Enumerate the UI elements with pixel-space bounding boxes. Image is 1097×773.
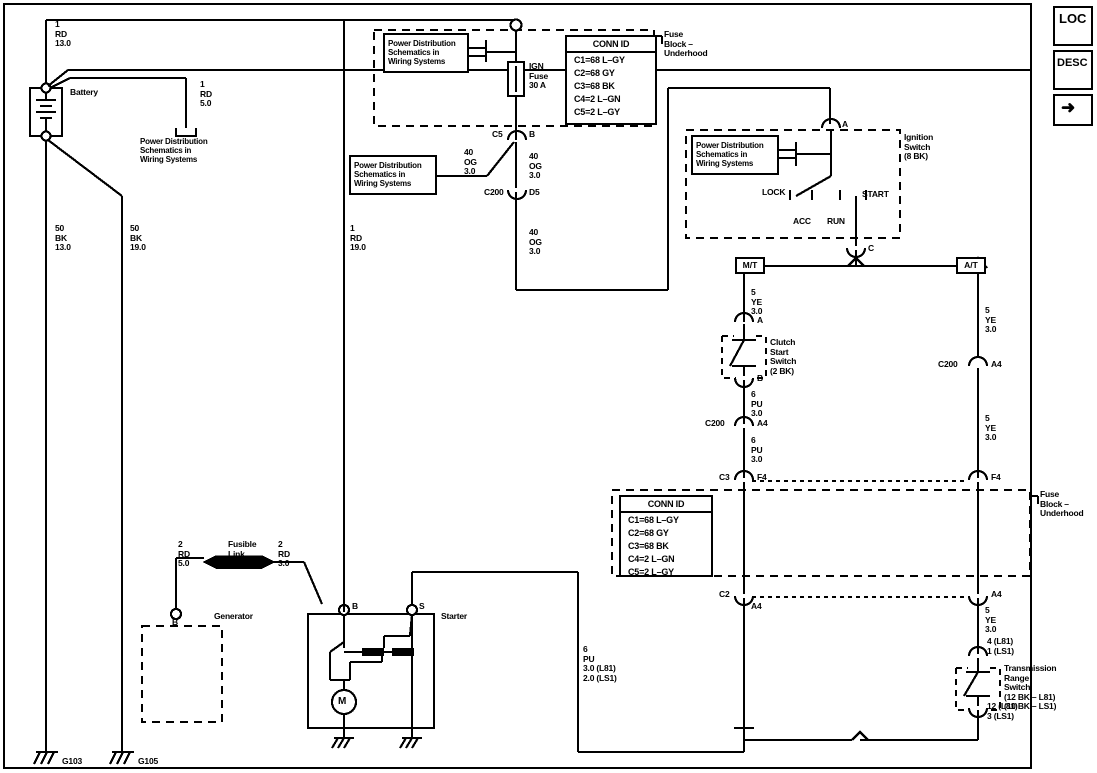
starter-motor-symbol: M [338, 696, 347, 707]
ignition-switch-label: Ignition Switch (8 BK) [904, 132, 934, 161]
conn-c200-a4-at-left: C200 [938, 359, 958, 369]
conn-ign-c-label: C [868, 243, 874, 253]
pd-box-ignition: Power Distribution Schematics in Wiring … [696, 141, 764, 168]
loc-button-label: LOC [1059, 11, 1087, 26]
wire-label-6-pu-upper: 6 PU 3.0 [751, 389, 763, 418]
conn-id-bottom-row-0: C1=68 L–GY [628, 515, 679, 525]
conn-id-bottom-row-2: C3=68 BK [628, 541, 669, 551]
starter-label: Starter [441, 611, 468, 621]
wire-label-40-og-lower: 40 OG 3.0 [529, 227, 542, 256]
conn-id-bottom-row-4: C5=2 L–GY [628, 567, 674, 577]
loc-button[interactable]: LOC [1053, 6, 1093, 46]
conn-id-top-row-4: C5=2 L–GY [574, 107, 620, 117]
wire-label-6-pu-starter: 6 PU 3.0 (L81) 2.0 (LS1) [583, 644, 617, 683]
conn-c200-a4-mt-right: A4 [757, 418, 768, 428]
arrow-right-icon: ➜ [1061, 98, 1076, 117]
conn-id-top-row-1: C2=68 GY [574, 68, 615, 78]
desc-button[interactable]: DESC [1053, 50, 1093, 90]
fusible-link-label: Fusible Link [228, 539, 257, 559]
conn-id-top-header: CONN ID [592, 39, 630, 49]
mt-tag: M/T [735, 257, 765, 274]
conn-id-bottom-row-3: C4=2 L–GN [628, 554, 675, 564]
conn-ign-a-label: A [842, 119, 848, 129]
starter-terminal-b: B [352, 601, 358, 611]
conn-c200-a4-mt-left: C200 [705, 418, 725, 428]
conn-f4-at-label: F4 [991, 472, 1001, 482]
ground-g103-label: G103 [62, 756, 82, 766]
pd-box-fuseblock: Power Distribution Schematics in Wiring … [388, 39, 456, 66]
conn-c5-left: C5 [492, 129, 503, 139]
conn-c2-a4-mt-right: A4 [751, 601, 762, 611]
wire-label-5-ye-at-mid: 5 YE 3.0 [985, 413, 997, 442]
wire-label-40-og-right: 40 OG 3.0 [529, 151, 542, 180]
conn-a4-at-label: A4 [991, 589, 1002, 599]
ignition-lock-label: LOCK [762, 187, 786, 197]
conn-trs-upper-label: 4 (L81) 1 (LS1) [987, 636, 1014, 656]
generator-label: Generator [214, 611, 253, 621]
wire-label-1-rd-19: 1 RD 19.0 [350, 223, 366, 252]
conn-c200-a4-at-right: A4 [991, 359, 1002, 369]
conn-c2-a4-mt-left: C2 [719, 589, 730, 599]
wire-label-2-rd-3: 2 RD 3.0 [278, 539, 290, 568]
conn-id-bottom-header: CONN ID [647, 499, 685, 509]
wire-label-2-rd-5: 2 RD 5.0 [178, 539, 190, 568]
fuse-block-top-label: Fuse Block – Underhood [664, 29, 708, 58]
wire-label-40-og-left: 40 OG 3.0 [464, 147, 477, 176]
wire-label-50-bk-19: 50 BK 19.0 [130, 223, 146, 252]
wire-label-6-pu-lower: 6 PU 3.0 [751, 435, 763, 464]
conn-c3-f4-mt-right: F4 [757, 472, 767, 482]
conn-c3-f4-mt-left: C3 [719, 472, 730, 482]
ignition-acc-label: ACC [793, 216, 811, 226]
starter-terminal-s: S [419, 601, 425, 611]
wire-label-5-ye-at-lower: 5 YE 3.0 [985, 605, 997, 634]
wire-label-1-rd-13: 1 RD 13.0 [55, 19, 71, 48]
battery-label: Battery [70, 87, 98, 97]
conn-c5-right: B [529, 129, 535, 139]
wire-label-1-rd-5: 1 RD 5.0 [200, 79, 212, 108]
schematic-canvas [2, 2, 1040, 770]
generator-terminal-b: B [172, 617, 178, 627]
pd-box-battery: Power Distribution Schematics in Wiring … [140, 137, 208, 164]
ign-fuse-label: IGN Fuse 30 A [529, 61, 549, 90]
wiring-diagram-page: Battery 1 RD 13.0 1 RD 5.0 50 BK 13.0 50… [0, 0, 1097, 773]
conn-c200-d5-right: D5 [529, 187, 540, 197]
fuse-block-bottom-label: Fuse Block – Underhood [1040, 489, 1084, 518]
ground-g105-label: G105 [138, 756, 158, 766]
wire-label-5-ye-at-upper: 5 YE 3.0 [985, 305, 997, 334]
conn-id-top-row-3: C4=2 L–GN [574, 94, 621, 104]
clutch-start-switch-label: Clutch Start Switch (2 BK) [770, 337, 797, 376]
conn-clutch-a-label: A [757, 315, 763, 325]
conn-id-top-row-2: C3=68 BK [574, 81, 615, 91]
pd-box-c5: Power Distribution Schematics in Wiring … [354, 161, 422, 188]
wire-label-50-bk-13: 50 BK 13.0 [55, 223, 71, 252]
conn-c200-d5-left: C200 [484, 187, 504, 197]
next-button[interactable]: ➜ [1053, 94, 1093, 126]
desc-button-label: DESC [1057, 57, 1088, 69]
at-tag: A/T [956, 257, 986, 274]
conn-id-top-row-0: C1=68 L–GY [574, 55, 625, 65]
ignition-start-label: START [862, 189, 889, 199]
wire-label-5-ye-mt: 5 YE 3.0 [751, 287, 763, 316]
conn-id-bottom-row-1: C2=68 GY [628, 528, 669, 538]
conn-clutch-b-label: B [757, 373, 763, 383]
transmission-range-switch-label: Transmission Range Switch (12 BK – L81) … [1004, 663, 1057, 711]
ignition-run-label: RUN [827, 216, 845, 226]
